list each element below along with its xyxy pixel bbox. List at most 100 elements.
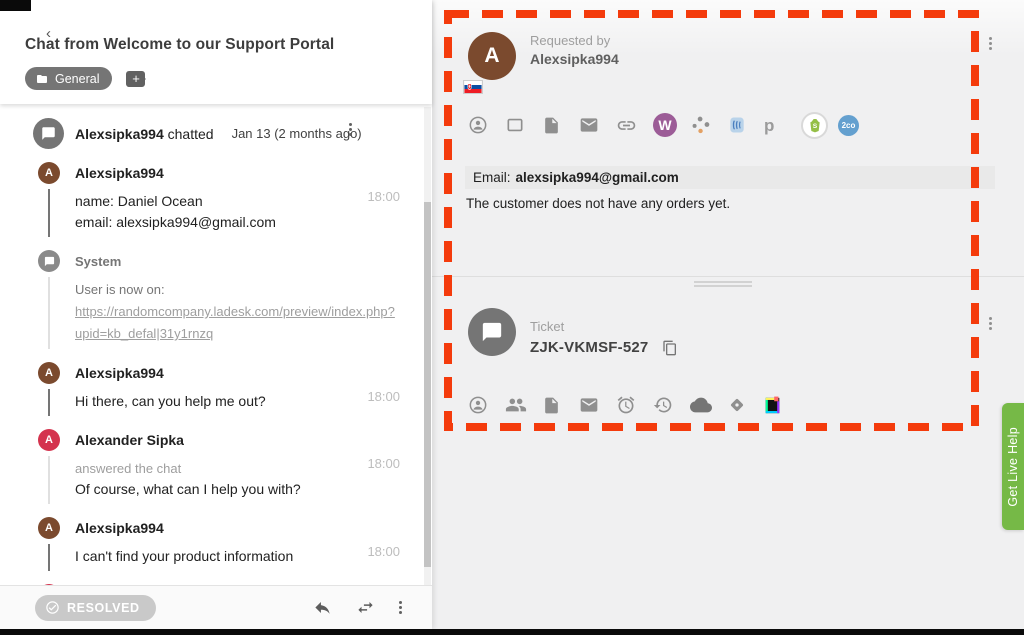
add-tag-button[interactable]: +: [126, 71, 145, 87]
person-icon[interactable]: [468, 112, 505, 138]
chat-bubble-avatar: [33, 118, 64, 149]
message-text: Of course, what can I help you with?: [75, 479, 402, 500]
ticket-avatar[interactable]: [468, 308, 516, 356]
message-text: I can't find your product information: [75, 546, 402, 567]
pipedrive-logo[interactable]: p: [764, 112, 801, 138]
requester-name: Alexsipka994: [530, 51, 619, 67]
window-icon[interactable]: [505, 112, 542, 138]
shopify-ring: S: [801, 112, 828, 139]
shopify-logo[interactable]: S: [801, 112, 838, 138]
orders-note: The customer does not have any orders ye…: [466, 196, 730, 211]
mail-icon[interactable]: [579, 112, 616, 138]
system-message: System User is now on: https://randomcom…: [0, 250, 432, 349]
tag-row: General +: [25, 67, 408, 90]
requester-menu-kebab-icon[interactable]: [989, 42, 992, 45]
app-window: ‹ Chat from Welcome to our Support Porta…: [0, 0, 1024, 635]
slovakia-flag-icon: [464, 81, 482, 93]
timestamp: 18:00: [367, 456, 400, 471]
footer-menu-kebab-icon[interactable]: [399, 606, 402, 609]
ticket-icon-row: [468, 392, 801, 418]
chat-bubble-icon: [481, 321, 503, 343]
timestamp: 18:00: [367, 389, 400, 404]
avatar: A: [38, 362, 60, 384]
message-author: Alexsipka994: [75, 520, 164, 536]
reply-button[interactable]: [313, 598, 332, 617]
event-menu-kebab-icon[interactable]: [349, 128, 352, 131]
requested-by-label: Requested by: [530, 33, 610, 48]
chat-title: Chat from Welcome to our Support Portal: [25, 36, 408, 54]
file-icon[interactable]: [542, 392, 579, 418]
mail-icon[interactable]: [579, 392, 616, 418]
system-avatar: [38, 250, 60, 272]
back-chevron-icon[interactable]: ‹: [46, 26, 51, 41]
chat-panel: ‹ Chat from Welcome to our Support Porta…: [0, 0, 432, 629]
cloud-icon[interactable]: [690, 392, 727, 418]
addons-dots-logo[interactable]: [690, 112, 727, 138]
people-icon[interactable]: [505, 392, 542, 418]
chat-scrollbar-thumb[interactable]: [424, 202, 431, 567]
email-label: Email:: [473, 170, 511, 185]
get-live-help-button[interactable]: Get Live Help: [1002, 403, 1024, 530]
resolved-button[interactable]: RESOLVED: [35, 595, 156, 621]
email-value: alexsipka994@gmail.com: [516, 170, 679, 185]
history-icon[interactable]: [653, 392, 690, 418]
message-author: Alexsipka994: [75, 365, 164, 381]
blue-waves-logo[interactable]: [727, 112, 764, 138]
message-author: Alexsipka994: [75, 165, 164, 181]
copy-ticket-code-button[interactable]: [662, 340, 678, 356]
visited-url-link[interactable]: https://randomcompany.ladesk.com/preview…: [75, 301, 402, 323]
reply-icon: [313, 598, 332, 617]
avatar: A: [38, 162, 60, 184]
message-author: System: [75, 254, 121, 269]
chat-message: A Alexsipka994 name: Daniel Ocean email:…: [0, 162, 432, 237]
chat-footer: RESOLVED: [0, 585, 432, 629]
event-title: Alexsipka994 chatted: [75, 126, 214, 142]
swap-arrows-icon: [356, 598, 375, 617]
resize-drag-handle[interactable]: [694, 281, 752, 289]
message-author: Alexander Sipka: [75, 432, 184, 448]
highlight-dashed-rectangle: [432, 0, 1024, 629]
event-date: Jan 13 (2 months ago): [232, 126, 362, 141]
chat-bubble-icon: [41, 126, 56, 141]
diamond-icon[interactable]: [727, 392, 764, 418]
chat-bubble-icon: [44, 256, 55, 267]
person-icon[interactable]: [468, 392, 505, 418]
alarm-icon[interactable]: [616, 392, 653, 418]
visited-url-link[interactable]: upid=kb_defal|31y1rnzq: [75, 323, 402, 345]
chat-message: A Alexsipka994 I can't find your product…: [0, 517, 432, 571]
email-row[interactable]: Email: alexsipka994@gmail.com: [465, 166, 995, 189]
message-meta: answered the chat: [75, 458, 402, 479]
panel-divider: [432, 276, 1024, 277]
file-icon[interactable]: [542, 112, 579, 138]
tag-label: General: [55, 72, 99, 86]
ticket-menu-kebab-icon[interactable]: [989, 322, 992, 325]
requester-avatar[interactable]: A: [468, 32, 516, 80]
folder-icon: [35, 73, 49, 85]
link-icon[interactable]: [616, 112, 653, 138]
ticket-code: ZJK-VKMSF-527: [530, 339, 648, 356]
svg-text:S: S: [812, 123, 817, 130]
copy-icon: [662, 340, 678, 356]
timestamp: 18:00: [367, 544, 400, 559]
details-panel: A Requested by Alexsipka994: [432, 0, 1024, 629]
system-text: User is now on:: [75, 279, 402, 301]
2checkout-logo[interactable]: 2co: [838, 112, 875, 138]
chat-message: A Alexander Sipka answered the chat Of c…: [0, 429, 432, 504]
transfer-button[interactable]: [356, 598, 375, 617]
screenshot-crop-artifact: [0, 629, 1024, 635]
resolved-label: RESOLVED: [67, 601, 140, 615]
chat-event-header: Alexsipka994 chatted Jan 13 (2 months ag…: [33, 118, 402, 149]
ticket-label: Ticket: [530, 319, 564, 334]
timestamp: 18:00: [367, 189, 400, 204]
department-tag-general[interactable]: General: [25, 67, 112, 90]
chat-message: A Alexsipka994 Hi there, can you help me…: [0, 362, 432, 416]
giphy-logo[interactable]: [764, 392, 801, 418]
chat-header: ‹ Chat from Welcome to our Support Porta…: [0, 0, 432, 104]
chat-message-list: Alexsipka994 chatted Jan 13 (2 months ag…: [0, 104, 432, 585]
contact-icon-row: W p S 2co: [468, 112, 875, 138]
avatar: A: [38, 429, 60, 451]
get-live-help-label: Get Live Help: [1006, 427, 1020, 507]
screenshot-crop-artifact: [0, 0, 31, 11]
wordpress-logo[interactable]: W: [653, 112, 690, 138]
message-text: Hi there, can you help me out?: [75, 391, 402, 412]
